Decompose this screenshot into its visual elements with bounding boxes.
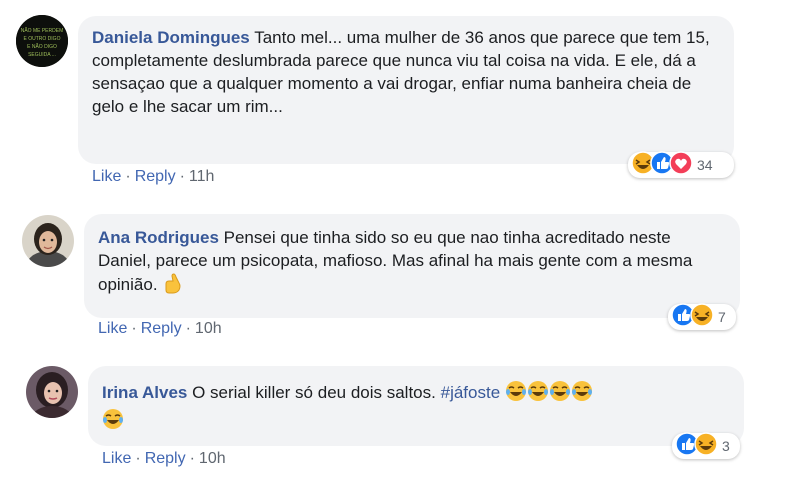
reaction-count: 3 [722,438,730,454]
comment-bubble: Ana Rodrigues Pensei que tinha sido so e… [84,214,740,318]
comment-author[interactable]: Ana Rodrigues [98,228,219,247]
tears-of-joy-icon [571,380,593,408]
like-link[interactable]: Like [92,168,121,185]
like-link[interactable]: Like [102,450,131,467]
reply-link[interactable]: Reply [141,320,182,337]
comment-author[interactable]: Irina Alves [102,383,187,402]
reaction-count: 7 [718,309,726,325]
avatar[interactable]: NÃO ME PERDEM E OUTRO DIGO E NÃO DIGO SE… [16,15,68,67]
love-icon [669,150,693,180]
like-link[interactable]: Like [98,320,127,337]
tears-of-joy-icon [505,380,527,408]
reaction-summary[interactable]: 3 [672,431,740,461]
tears-of-joy-icon [549,380,571,408]
comment-actions: Like · Reply · 10h [102,450,226,467]
svg-text:E NÃO DIGO: E NÃO DIGO [27,43,57,50]
comment-text: O serial killer só deu dois saltos. [192,383,436,402]
avatar[interactable] [22,215,74,267]
avatar[interactable] [26,366,78,418]
svg-text:NÃO ME PERDEM: NÃO ME PERDEM [21,27,64,34]
avatar-image: NÃO ME PERDEM E OUTRO DIGO E NÃO DIGO SE… [16,15,68,67]
reaction-summary[interactable]: 7 [668,302,736,332]
comment-3: Irina Alves O serial killer só deu dois … [0,350,796,501]
reaction-count: 34 [697,157,713,173]
reply-link[interactable]: Reply [135,168,176,185]
avatar-image [22,215,74,267]
comment-actions: Like · Reply · 11h [92,168,215,185]
reaction-summary[interactable]: 34 [628,150,734,180]
comment-1: NÃO ME PERDEM E OUTRO DIGO E NÃO DIGO SE… [0,0,796,200]
comment-2: Ana Rodrigues Pensei que tinha sido so e… [0,200,796,350]
reply-link[interactable]: Reply [145,450,186,467]
comment-author[interactable]: Daniela Domingues [92,28,250,47]
tears-of-joy-icon [102,408,124,436]
comment-timestamp[interactable]: 11h [189,168,215,185]
svg-text:E OUTRO DIGO: E OUTRO DIGO [24,36,61,42]
comment-bubble: Daniela Domingues Tanto mel... uma mulhe… [78,16,734,164]
svg-text:SEGUIDA ...: SEGUIDA ... [28,52,56,58]
pointing-hand-icon [162,272,184,300]
comment-timestamp[interactable]: 10h [195,320,222,337]
haha-icon [694,431,718,461]
avatar-image [26,366,78,418]
comment-timestamp[interactable]: 10h [199,450,226,467]
tears-of-joy-icon [527,380,549,408]
haha-icon [690,302,714,332]
hashtag-link[interactable]: #jáfoste [441,383,501,402]
comment-actions: Like · Reply · 10h [98,320,222,337]
comment-bubble: Irina Alves O serial killer só deu dois … [88,366,744,446]
